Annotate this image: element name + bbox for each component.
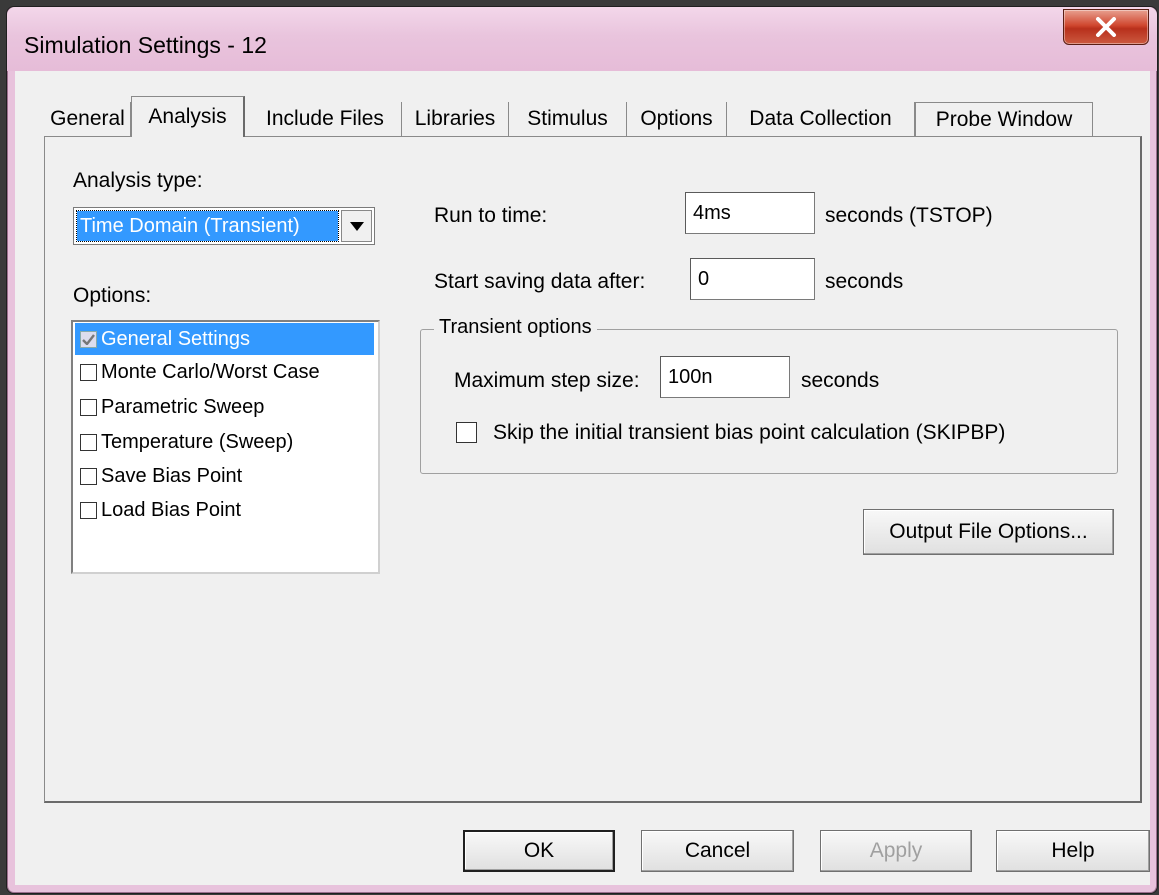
run-to-time-unit: seconds (TSTOP) xyxy=(825,204,993,227)
run-to-time-input[interactable]: 4ms xyxy=(685,192,815,234)
tab-libraries[interactable]: Libraries xyxy=(402,102,509,136)
max-step-unit: seconds xyxy=(801,369,880,392)
chevron-down-icon xyxy=(349,221,364,231)
option-monte-carlo[interactable]: Monte Carlo/Worst Case xyxy=(75,356,374,388)
option-temperature-sweep[interactable]: Temperature (Sweep) xyxy=(75,426,374,458)
option-general-settings[interactable]: General Settings xyxy=(75,323,374,355)
window-title: Simulation Settings - 12 xyxy=(24,32,267,58)
apply-button[interactable]: Apply xyxy=(820,830,972,872)
tab-options[interactable]: Options xyxy=(627,102,727,136)
checkbox[interactable] xyxy=(80,433,97,451)
option-save-bias-point[interactable]: Save Bias Point xyxy=(75,460,374,492)
skip-bias-checkbox[interactable] xyxy=(456,422,477,443)
ok-button[interactable]: OK xyxy=(463,830,615,872)
max-step-label: Maximum step size: xyxy=(454,369,640,392)
start-saving-unit: seconds xyxy=(825,270,904,293)
dropdown-arrow-button[interactable] xyxy=(341,210,372,242)
dialog-client-area: General Analysis Include Files Libraries… xyxy=(15,71,1150,885)
close-button[interactable] xyxy=(1063,9,1149,45)
transient-options-title: Transient options xyxy=(434,316,597,339)
tab-analysis[interactable]: Analysis xyxy=(131,96,245,137)
title-bar[interactable]: Simulation Settings - 12 xyxy=(7,7,1157,71)
options-list: General Settings Monte Carlo/Worst Case … xyxy=(71,320,380,574)
run-to-time-label: Run to time: xyxy=(434,204,548,227)
transient-options-group: Transient options xyxy=(420,316,1118,474)
checkbox[interactable] xyxy=(80,501,97,519)
start-saving-label: Start saving data after: xyxy=(434,270,646,293)
option-parametric-sweep[interactable]: Parametric Sweep xyxy=(75,391,374,423)
help-button[interactable]: Help xyxy=(996,830,1150,872)
analysis-type-value: Time Domain (Transient) xyxy=(76,210,339,242)
start-saving-input[interactable]: 0 xyxy=(690,258,815,300)
simulation-settings-window: Simulation Settings - 12 General Analysi… xyxy=(6,6,1158,894)
check-icon xyxy=(82,333,95,345)
checkbox[interactable] xyxy=(80,330,97,348)
tab-probe-window[interactable]: Probe Window xyxy=(915,102,1093,136)
checkbox[interactable] xyxy=(80,467,97,485)
tab-data-collection[interactable]: Data Collection xyxy=(727,102,915,136)
skip-bias-label[interactable]: Skip the initial transient bias point ca… xyxy=(493,421,1005,445)
option-load-bias-point[interactable]: Load Bias Point xyxy=(75,494,374,526)
checkbox[interactable] xyxy=(80,398,97,416)
analysis-type-select[interactable]: Time Domain (Transient) xyxy=(73,207,375,245)
tab-include-files[interactable]: Include Files xyxy=(249,102,402,136)
tab-general[interactable]: General xyxy=(45,102,131,136)
checkbox[interactable] xyxy=(80,363,97,381)
options-label: Options: xyxy=(73,284,152,307)
max-step-input[interactable]: 100n xyxy=(660,356,790,398)
analysis-type-label: Analysis type: xyxy=(73,169,203,192)
close-icon xyxy=(1096,17,1116,37)
output-file-options-button[interactable]: Output File Options... xyxy=(863,509,1114,555)
cancel-button[interactable]: Cancel xyxy=(641,830,794,872)
tab-stimulus[interactable]: Stimulus xyxy=(509,102,627,136)
